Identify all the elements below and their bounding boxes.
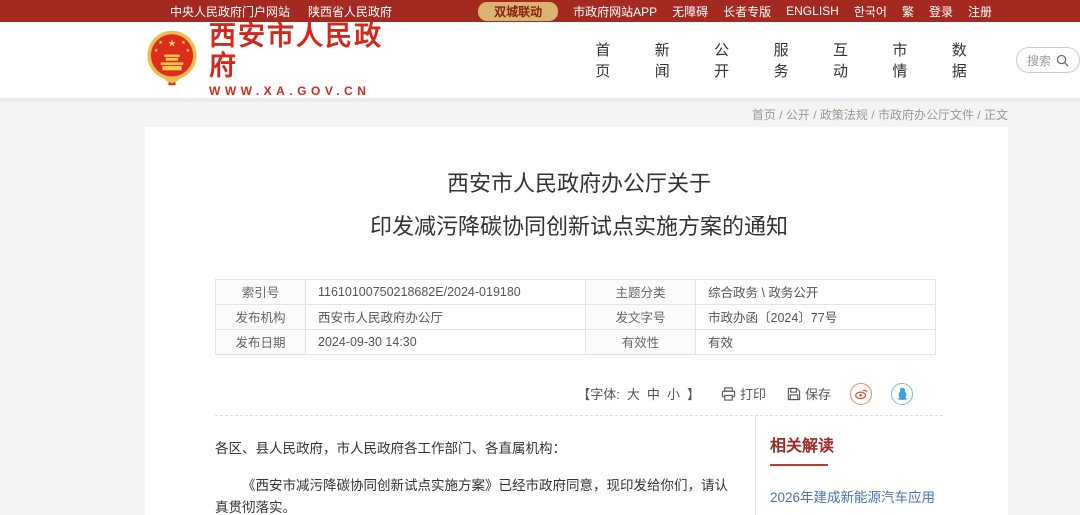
dual-city-link-pill[interactable]: 双城联动 <box>478 2 558 21</box>
breadcrumb-current: 正文 <box>984 108 1008 122</box>
breadcrumb-open-gov[interactable]: 公开 <box>786 108 810 122</box>
breadcrumb-separator: / <box>810 108 820 122</box>
site-name: 西安市人民政府 <box>209 22 395 81</box>
breadcrumb-separator: / <box>868 108 878 122</box>
site-logo[interactable]: ★ ★ ★ ★ ★ 西安市人民政府 WWW.XA.GOV.CN <box>145 22 395 98</box>
save-icon <box>787 387 801 401</box>
senior-version-link[interactable]: 长者专版 <box>723 3 771 20</box>
nav-open-gov[interactable]: 公开 <box>714 39 740 81</box>
document-meta-table: 索引号 11610100750218682E/2024-019180 主题分类 … <box>215 279 936 355</box>
printer-icon <box>721 387 736 401</box>
svg-text:★: ★ <box>185 47 190 53</box>
search-icon <box>1056 54 1069 67</box>
font-size-medium-button[interactable]: 中 <box>647 384 660 403</box>
font-size-large-button[interactable]: 大 <box>627 384 640 403</box>
breadcrumb: 首页 / 公开 / 政策法规 / 市政府办公厅文件 / 正文 <box>145 106 1008 124</box>
related-title-underline <box>770 464 828 466</box>
nav-interaction[interactable]: 互动 <box>833 39 859 81</box>
breadcrumb-separator: / <box>974 108 984 122</box>
meta-value-doc-number: 市政办函〔2024〕77号 <box>696 304 936 329</box>
meta-value-publish-date: 2024-09-30 14:30 <box>306 329 586 354</box>
breadcrumb-home[interactable]: 首页 <box>752 108 776 122</box>
search-box[interactable]: 搜索 <box>1016 47 1080 73</box>
body-paragraph: 《西安市减污降碳协同创新试点实施方案》已经市政府同意，现印发给你们，请认真贯彻落… <box>215 475 741 515</box>
breadcrumb-separator: / <box>776 108 786 122</box>
meta-value-validity: 有效 <box>696 329 936 354</box>
nav-data[interactable]: 数据 <box>952 39 978 81</box>
weibo-share-icon[interactable] <box>850 383 872 405</box>
font-size-prefix: 【字体: <box>577 384 620 403</box>
site-header: ★ ★ ★ ★ ★ 西安市人民政府 WWW.XA.GOV.CN 首页 新闻 公开… <box>0 22 1080 102</box>
breadcrumb-office-docs[interactable]: 市政府办公厅文件 <box>878 108 974 122</box>
article-title-line1: 西安市人民政府办公厅关于 <box>447 171 711 196</box>
nav-city-info[interactable]: 市情 <box>892 39 918 81</box>
national-emblem-icon: ★ ★ ★ ★ ★ <box>145 29 199 92</box>
meta-label-doc-number: 发文字号 <box>586 304 696 329</box>
accessibility-link[interactable]: 无障碍 <box>672 3 708 20</box>
english-link[interactable]: ENGLISH <box>786 4 839 18</box>
top-utility-bar: 中央人民政府门户网站 陕西省人民政府 双城联动 市政府网站APP 无障碍 长者专… <box>0 0 1080 22</box>
table-row: 发布机构 西安市人民政府办公厅 发文字号 市政办函〔2024〕77号 <box>216 304 936 329</box>
save-button[interactable]: 保存 <box>787 384 831 403</box>
main-nav: 首页 新闻 公开 服务 互动 市情 数据 <box>595 39 978 81</box>
related-reading-panel: 相关解读 2026年建成新能源汽车应用示范标杆城市 <box>755 416 943 515</box>
related-reading-title: 相关解读 <box>770 432 943 456</box>
svg-text:★: ★ <box>168 38 177 49</box>
nav-services[interactable]: 服务 <box>774 39 800 81</box>
register-link[interactable]: 注册 <box>968 3 992 20</box>
login-link[interactable]: 登录 <box>929 3 953 20</box>
article-body: 各区、县人民政府，市人民政府各工作部门、各直属机构： 《西安市减污降碳协同创新试… <box>215 416 755 515</box>
article-toolbar: 【字体: 大 中 小 】 打印 保存 <box>215 383 943 405</box>
font-size-suffix: 】 <box>687 384 700 403</box>
korean-link[interactable]: 한국어 <box>854 3 887 20</box>
breadcrumb-policies[interactable]: 政策法规 <box>820 108 868 122</box>
article-title-line2: 印发减污降碳协同创新试点实施方案的通知 <box>370 214 788 239</box>
meta-label-topic-category: 主题分类 <box>586 279 696 304</box>
central-gov-portal-link[interactable]: 中央人民政府门户网站 <box>170 3 290 20</box>
meta-label-issuing-agency: 发布机构 <box>216 304 306 329</box>
meta-label-validity: 有效性 <box>586 329 696 354</box>
related-article-link[interactable]: 2026年建成新能源汽车应用示范标杆城市 <box>770 484 943 515</box>
meta-label-index-no: 索引号 <box>216 279 306 304</box>
font-size-small-button[interactable]: 小 <box>667 384 680 403</box>
shaanxi-gov-link[interactable]: 陕西省人民政府 <box>308 3 392 20</box>
table-row: 索引号 11610100750218682E/2024-019180 主题分类 … <box>216 279 936 304</box>
save-label: 保存 <box>805 384 831 403</box>
traditional-chinese-link[interactable]: 繁 <box>902 3 914 20</box>
print-button[interactable]: 打印 <box>721 384 766 403</box>
nav-news[interactable]: 新闻 <box>655 39 681 81</box>
search-label: 搜索 <box>1027 52 1051 69</box>
meta-value-topic-category: 综合政务 \ 政务公开 <box>696 279 936 304</box>
meta-label-publish-date: 发布日期 <box>216 329 306 354</box>
svg-text:★: ★ <box>158 39 163 45</box>
meta-value-index-no: 11610100750218682E/2024-019180 <box>306 279 586 304</box>
site-url: WWW.XA.GOV.CN <box>209 84 395 98</box>
qq-share-icon[interactable] <box>891 383 913 405</box>
meta-value-issuing-agency: 西安市人民政府办公厅 <box>306 304 586 329</box>
table-row: 发布日期 2024-09-30 14:30 有效性 有效 <box>216 329 936 354</box>
gov-app-link[interactable]: 市政府网站APP <box>573 3 657 20</box>
article-title: 西安市人民政府办公厅关于 印发减污降碳协同创新试点实施方案的通知 <box>215 127 943 249</box>
nav-home[interactable]: 首页 <box>595 39 621 81</box>
article-card: 西安市人民政府办公厅关于 印发减污降碳协同创新试点实施方案的通知 索引号 116… <box>145 127 1008 515</box>
print-label: 打印 <box>740 384 766 403</box>
svg-text:★: ★ <box>181 39 186 45</box>
svg-text:★: ★ <box>154 47 159 53</box>
body-addressees: 各区、县人民政府，市人民政府各工作部门、各直属机构： <box>215 438 741 460</box>
